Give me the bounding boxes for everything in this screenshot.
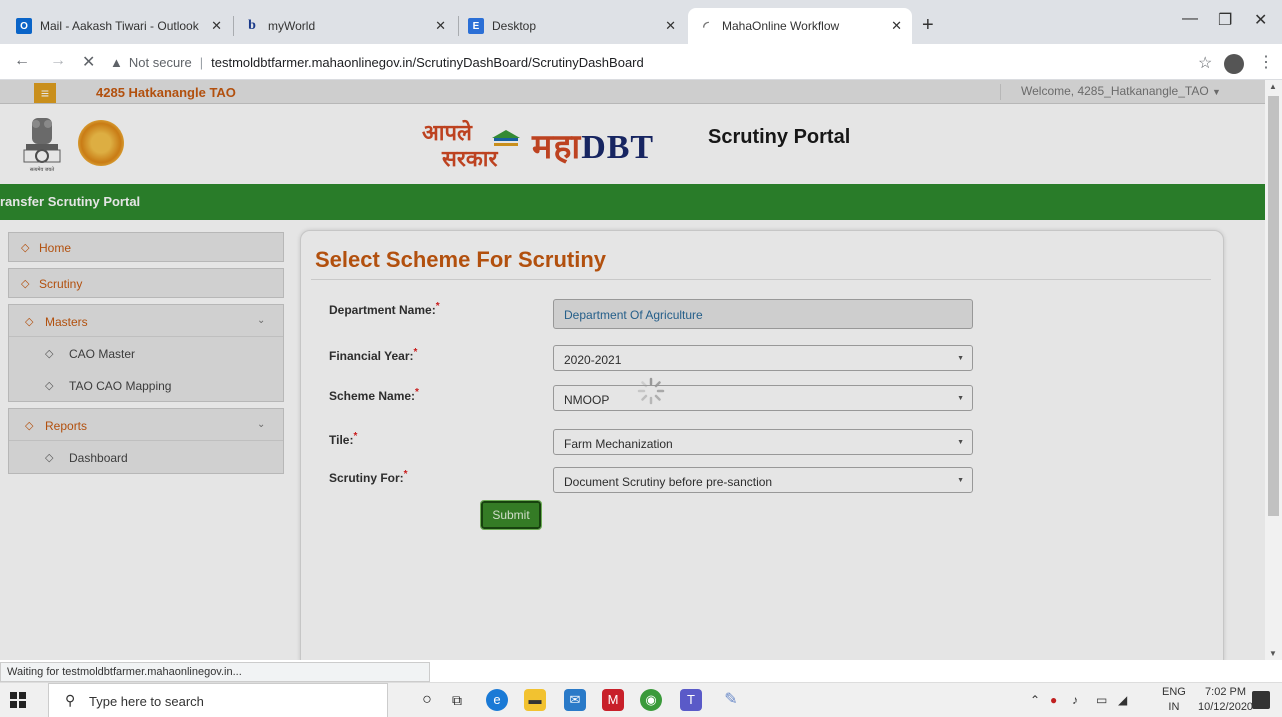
forward-icon[interactable]: → — [50, 52, 66, 70]
language-indicator[interactable]: ENG IN — [1162, 685, 1186, 715]
windows-start-icon[interactable] — [10, 692, 26, 708]
windows-taskbar: ⚲ Type here to search ○ ⧉ e ▬ ✉ M ◉ T ✎ … — [0, 682, 1282, 717]
myworld-icon: b — [248, 18, 256, 33]
url-text: testmoldbtfarmer.mahaonlinegov.in/Scruti… — [211, 54, 644, 70]
tab-title: MahaOnline Workflow — [722, 19, 840, 33]
back-icon[interactable]: ← — [14, 52, 30, 70]
minimize-icon[interactable]: — — [1182, 10, 1198, 28]
cortana-icon[interactable]: ○ — [416, 689, 438, 711]
desktop-app-icon: E — [468, 18, 484, 34]
scroll-thumb[interactable] — [1268, 96, 1279, 516]
network-icon[interactable]: ◢ — [1118, 693, 1127, 707]
chrome-icon[interactable]: ◉ — [640, 689, 662, 711]
tab-title: myWorld — [268, 19, 316, 33]
tab-outlook[interactable]: O Mail - Aakash Tiwari - Outlook ✕ — [6, 8, 232, 44]
paint-icon[interactable]: ✎ — [720, 689, 742, 711]
restore-icon[interactable]: ❐ — [1218, 10, 1232, 30]
tab-title: Mail - Aakash Tiwari - Outlook — [40, 19, 199, 33]
stop-icon[interactable]: ✕ — [82, 52, 95, 72]
search-icon: ⚲ — [65, 692, 76, 708]
notification-icon[interactable] — [1252, 691, 1270, 709]
lang-bottom: IN — [1168, 701, 1180, 713]
scroll-up-icon[interactable]: ▲ — [1269, 82, 1277, 91]
loading-icon: ◜ — [703, 17, 709, 34]
tray-chevron-icon[interactable]: ⌃ — [1030, 693, 1040, 707]
bookmark-star-icon[interactable]: ☆ — [1198, 53, 1212, 73]
task-view-icon[interactable]: ⧉ — [446, 689, 468, 711]
teams-icon[interactable]: T — [680, 689, 702, 711]
page-scrollbar[interactable]: ▲ ▼ — [1265, 80, 1282, 660]
close-icon[interactable]: ✕ — [211, 18, 222, 34]
close-window-icon[interactable]: ✕ — [1254, 10, 1267, 30]
mail-icon[interactable]: ✉ — [564, 689, 586, 711]
loading-spinner-icon — [637, 377, 665, 405]
loading-overlay — [0, 80, 1265, 660]
close-icon[interactable]: ✕ — [665, 18, 676, 34]
search-placeholder: Type here to search — [89, 694, 204, 709]
tab-title: Desktop — [492, 19, 537, 33]
clock-time: 7:02 PM — [1205, 686, 1247, 698]
divider: | — [199, 54, 204, 70]
new-tab-button[interactable]: + — [922, 14, 934, 37]
browser-menu-icon[interactable]: ⋮ — [1258, 52, 1274, 72]
battery-icon[interactable]: ▭ — [1096, 693, 1107, 707]
tab-myworld[interactable]: b myWorld ✕ — [234, 8, 456, 44]
edge-icon[interactable]: e — [486, 689, 508, 711]
taskbar-search[interactable]: ⚲ Type here to search — [48, 683, 388, 717]
browser-tab-bar: O Mail - Aakash Tiwari - Outlook ✕ b myW… — [0, 0, 1282, 44]
warning-icon: ▲ — [110, 54, 123, 70]
browser-status-bar: Waiting for testmoldbtfarmer.mahaonlineg… — [0, 662, 430, 682]
browser-toolbar: ← → ✕ ▲ Not secure | testmoldbtfarmer.ma… — [0, 44, 1282, 80]
lang-top: ENG — [1162, 686, 1186, 698]
scroll-down-icon[interactable]: ▼ — [1269, 649, 1277, 658]
tab-desktop[interactable]: E Desktop ✕ — [458, 8, 686, 44]
clock-date: 10/12/2020 — [1198, 701, 1254, 713]
address-bar[interactable]: ▲ Not secure | testmoldbtfarmer.mahaonli… — [110, 49, 1200, 75]
security-label: Not secure — [128, 54, 192, 70]
profile-avatar[interactable] — [1224, 54, 1244, 74]
outlook-icon: O — [16, 18, 32, 34]
mcafee-tray-icon[interactable]: ● — [1050, 693, 1057, 707]
volume-icon[interactable]: ♪ — [1072, 693, 1078, 707]
taskbar-clock[interactable]: 7:02 PM 10/12/2020 — [1198, 685, 1253, 715]
tab-mahaonline[interactable]: ◜ MahaOnline Workflow ✕ — [688, 8, 912, 44]
mcafee-icon[interactable]: M — [602, 689, 624, 711]
page-viewport: ≡ 4285 Hatkanangle TAO Welcome, 4285_Hat… — [0, 80, 1265, 660]
file-explorer-icon[interactable]: ▬ — [524, 689, 546, 711]
close-icon[interactable]: ✕ — [435, 18, 446, 34]
close-icon[interactable]: ✕ — [891, 18, 902, 34]
